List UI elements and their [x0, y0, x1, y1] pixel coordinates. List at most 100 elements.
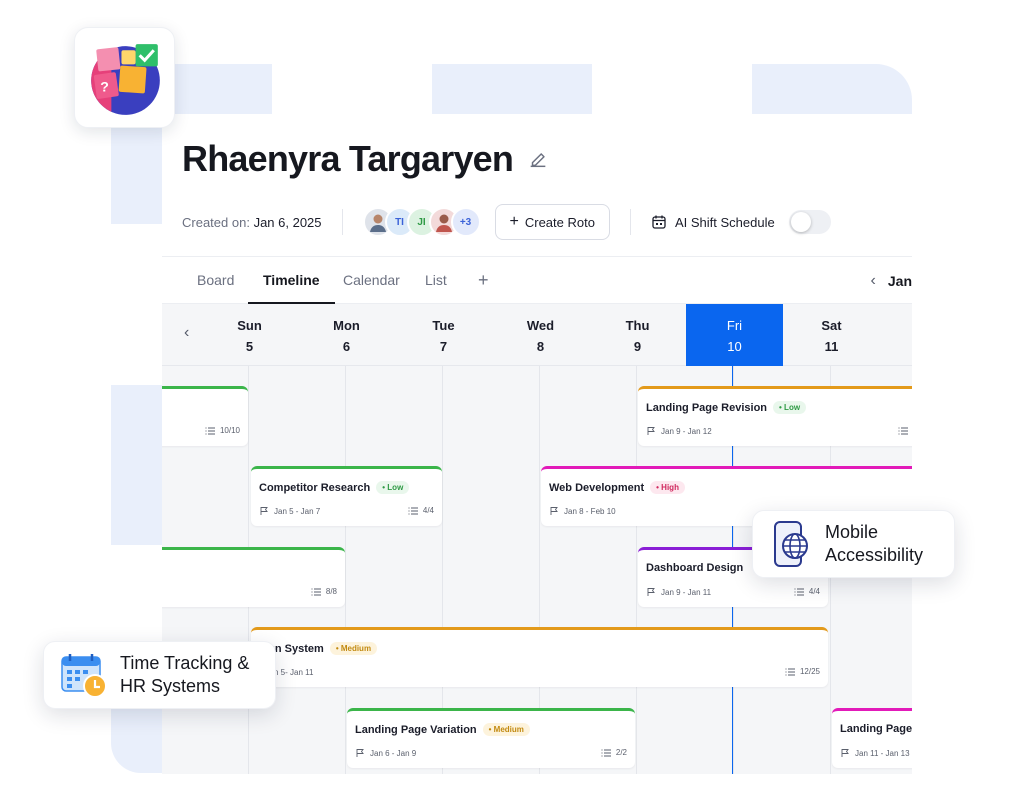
task-bar[interactable]: Competitor Research • Low Jan 5 - Jan 7 4/4: [251, 466, 442, 526]
task-title: Web Development: [549, 482, 645, 494]
mobile-callout-line2: Accessibility: [825, 545, 924, 565]
plus-icon: +: [509, 213, 519, 230]
flag-icon: [841, 749, 849, 757]
priority-badge: • High: [650, 481, 685, 494]
checklist-icon: [205, 427, 215, 434]
time-callout-line1: Time Tracking &: [120, 653, 250, 673]
day-number: 9: [633, 339, 642, 354]
priority-badge: • Low: [773, 401, 807, 414]
day-name: Thu: [625, 318, 650, 333]
task-date-range: Jan 8 - Feb 10: [549, 506, 616, 516]
task-bar[interactable]: Landing Page Variation • Medium Jan 6 - Ja…: [347, 708, 635, 768]
checklist-icon: [898, 427, 909, 434]
task-bar[interactable]: 8/8: [162, 547, 345, 607]
day-header-thu[interactable]: Thu 9: [589, 304, 686, 366]
day-number: 8: [536, 339, 545, 354]
flag-icon: [356, 749, 364, 757]
day-header-mon[interactable]: Mon 6: [298, 304, 395, 366]
day-number: 6: [342, 339, 351, 354]
background-stripe: [272, 64, 432, 114]
calendar-clock-icon: [61, 654, 107, 698]
subtask-count-value: 10/10: [219, 426, 240, 435]
subtask-count-value: 4/4: [422, 506, 434, 515]
task-title: Landing Page Revision: [646, 402, 768, 414]
subtask-count-value: 2/2: [615, 748, 627, 757]
create-roto-button[interactable]: + Create Roto: [494, 204, 610, 240]
task-bar[interactable]: Landing Page A Jan 11 - Jan 13: [832, 708, 912, 768]
app-logo: ?: [74, 27, 175, 128]
task-date-range: Jan 11 - Jan 13: [840, 748, 910, 758]
task-bar[interactable]: 10/10: [162, 386, 248, 446]
task-date-range: Jan 6 - Jan 9: [355, 748, 416, 758]
ai-shift-toggle[interactable]: [788, 210, 831, 234]
priority-badge: • Medium: [482, 723, 530, 736]
sticky-notes-logo-icon: ?: [91, 44, 160, 115]
flag-icon: [260, 507, 268, 515]
avatar[interactable]: +3: [450, 207, 481, 237]
created-label: Created on:: [182, 214, 250, 230]
day-header-sat[interactable]: Sat 11: [783, 304, 880, 366]
day-header-wed[interactable]: Wed 8: [492, 304, 589, 366]
tab-board[interactable]: Board: [197, 257, 234, 304]
day-header-fri[interactable]: Fri 10: [686, 304, 783, 366]
tab-calendar[interactable]: Calendar: [343, 257, 400, 304]
time-callout-line2: HR Systems: [120, 676, 221, 696]
edit-pencil-icon[interactable]: [527, 148, 549, 170]
grid-column-line: [345, 366, 346, 774]
subtask-count: 10/10: [205, 426, 240, 435]
task-dates: n 5- Jan 11: [274, 667, 314, 677]
checklist-icon: [408, 507, 418, 514]
subtask-count: 2/2: [601, 748, 627, 757]
task-dates: Jan 11 - Jan 13: [855, 748, 910, 758]
task-name: Web Development • High: [549, 481, 685, 494]
day-header-sun[interactable]: Sun 5: [201, 304, 298, 366]
task-title: Landing Page A: [840, 723, 912, 735]
ai-shift-schedule: AI Shift Schedule: [651, 214, 775, 230]
day-name: Sun: [237, 318, 262, 333]
mobile-globe-icon: [774, 521, 808, 567]
day-header-tue[interactable]: Tue 7: [395, 304, 492, 366]
subtask-count: 4/4: [794, 587, 820, 596]
task-dates: Jan 6 - Jan 9: [370, 748, 417, 758]
task-bar[interactable]: sign System • Medium n 5- Jan 11 12/25: [251, 627, 828, 687]
flag-icon: [647, 588, 655, 596]
checklist-icon: [311, 588, 321, 595]
task-date-range: Jan 5 - Jan 7: [259, 506, 320, 516]
priority-badge: • Low: [376, 481, 410, 494]
task-title: Landing Page Variation: [355, 724, 477, 736]
tab-timeline[interactable]: Timeline: [248, 257, 335, 304]
task-dates: Jan 9 - Jan 12: [661, 426, 712, 436]
checklist-icon: [794, 588, 804, 595]
checklist-icon: [601, 749, 611, 756]
created-on-text: Created on: Jan 6, 2025: [182, 215, 322, 230]
task-name: Competitor Research • Low: [259, 481, 410, 494]
chevron-left-icon[interactable]: ‹: [871, 272, 876, 290]
task-bar[interactable]: Landing Page Revision • Low Jan 9 - Jan 12…: [638, 386, 912, 446]
week-header: ‹ Sun 5 Mon 6 Tue 7 Wed 8 Thu 9 Fri 10 Sat 11: [162, 304, 912, 366]
grid-column-line: [636, 366, 637, 774]
task-title: Competitor Research: [259, 482, 371, 494]
add-view-icon[interactable]: +: [478, 257, 489, 304]
divider: [341, 209, 343, 235]
task-name: Landing Page Variation • Medium: [355, 723, 530, 736]
month-label: Jan: [887, 272, 912, 289]
subtask-count: 12/25: [785, 667, 820, 676]
page-title: Rhaenyra Targaryen: [182, 138, 514, 179]
task-name: sign System • Medium: [259, 642, 378, 655]
avatar-group[interactable]: TI JI +3: [362, 207, 481, 237]
checklist-icon: [785, 668, 795, 675]
time-tracking-callout: Time Tracking & HR Systems: [43, 641, 276, 709]
tab-list[interactable]: List: [425, 257, 447, 304]
chevron-left-icon[interactable]: ‹: [184, 324, 189, 342]
create-roto-label: Create Roto: [524, 214, 595, 230]
task-name: Landing Page A: [840, 723, 912, 735]
svg-text:?: ?: [100, 79, 109, 95]
day-name: Mon: [333, 318, 360, 333]
background-stripe: [111, 385, 162, 545]
task-dates: Jan 9 - Jan 11: [661, 587, 712, 597]
created-date: Jan 6, 2025: [253, 214, 322, 230]
ai-shift-label: AI Shift Schedule: [674, 214, 775, 230]
view-tabs: Board Timeline Calendar List + ‹ Jan: [162, 256, 912, 304]
day-name: Wed: [526, 318, 555, 333]
subtask-count-value: 12/25: [799, 667, 820, 676]
